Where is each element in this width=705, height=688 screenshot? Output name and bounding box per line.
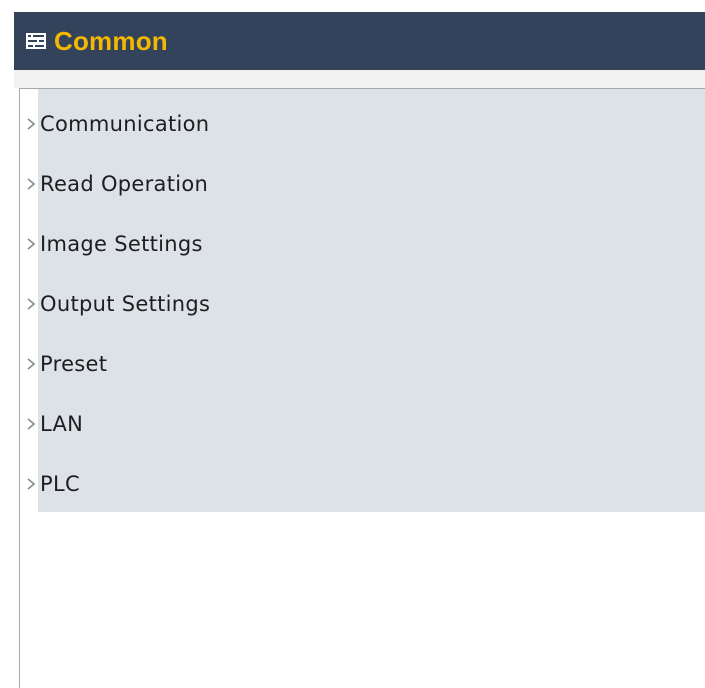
menu-item-label: Image Settings: [40, 232, 203, 256]
settings-menu: Communication Read Operation Image Setti…: [20, 94, 705, 514]
menu-item-output-settings[interactable]: Output Settings: [20, 274, 705, 334]
menu-item-image-settings[interactable]: Image Settings: [20, 214, 705, 274]
menu-item-label: LAN: [40, 412, 84, 436]
chevron-right-icon: [24, 174, 38, 194]
chevron-right-icon: [24, 474, 38, 494]
header-separator: [14, 70, 705, 88]
menu-item-communication[interactable]: Communication: [20, 94, 705, 154]
menu-item-label: Preset: [40, 352, 108, 376]
menu-item-label: Output Settings: [40, 292, 211, 316]
section-title: Common: [54, 25, 168, 56]
chevron-right-icon: [24, 294, 38, 314]
menu-item-preset[interactable]: Preset: [20, 334, 705, 394]
menu-item-label: PLC: [40, 472, 80, 496]
chevron-right-icon: [24, 234, 38, 254]
section-header: Common: [14, 12, 705, 70]
menu-item-read-operation[interactable]: Read Operation: [20, 154, 705, 214]
chevron-right-icon: [24, 354, 38, 374]
menu-item-plc[interactable]: PLC: [20, 454, 705, 514]
chevron-right-icon: [24, 414, 38, 434]
menu-item-label: Read Operation: [40, 172, 209, 196]
list-settings-icon: [26, 33, 46, 49]
menu-item-label: Communication: [40, 112, 210, 136]
settings-window: Common Communication Read Operation Imag…: [0, 0, 705, 688]
chevron-right-icon: [24, 114, 38, 134]
menu-item-lan[interactable]: LAN: [20, 394, 705, 454]
